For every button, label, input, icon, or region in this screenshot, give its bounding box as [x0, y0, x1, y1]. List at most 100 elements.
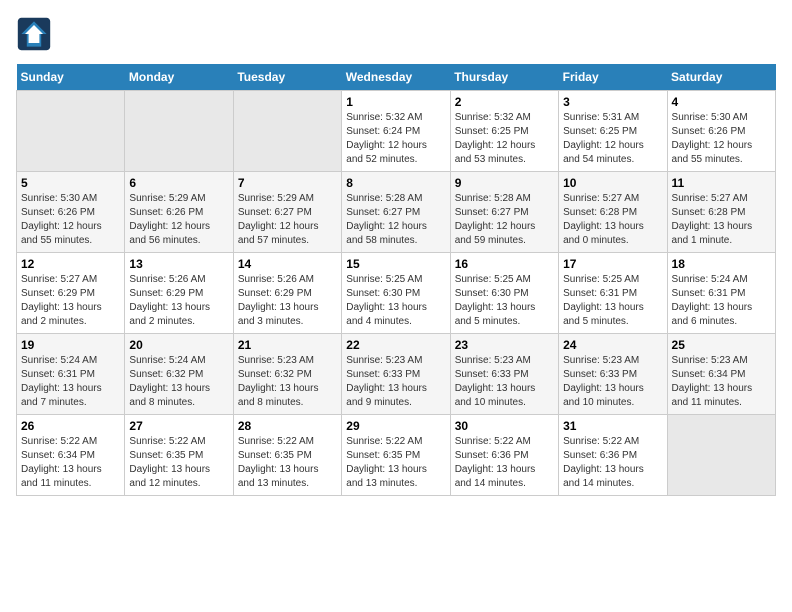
day-detail: Sunrise: 5:26 AM Sunset: 6:29 PM Dayligh…: [129, 273, 228, 329]
day-detail: Sunrise: 5:25 AM Sunset: 6:31 PM Dayligh…: [563, 273, 662, 329]
day-detail: Sunrise: 5:29 AM Sunset: 6:27 PM Dayligh…: [238, 192, 337, 248]
day-detail: Sunrise: 5:29 AM Sunset: 6:26 PM Dayligh…: [129, 192, 228, 248]
calendar-cell: 23 Sunrise: 5:23 AM Sunset: 6:33 PM Dayli…: [450, 334, 558, 415]
weekday-header-wednesday: Wednesday: [342, 64, 450, 91]
day-number: 28: [238, 419, 337, 433]
day-number: 8: [346, 176, 445, 190]
calendar-cell: 21 Sunrise: 5:23 AM Sunset: 6:32 PM Dayli…: [233, 334, 341, 415]
calendar-week-2: 5 Sunrise: 5:30 AM Sunset: 6:26 PM Daylig…: [17, 172, 776, 253]
day-detail: Sunrise: 5:22 AM Sunset: 6:34 PM Dayligh…: [21, 435, 120, 491]
calendar-cell: 4 Sunrise: 5:30 AM Sunset: 6:26 PM Daylig…: [667, 91, 775, 172]
day-number: 21: [238, 338, 337, 352]
day-number: 23: [455, 338, 554, 352]
day-detail: Sunrise: 5:23 AM Sunset: 6:33 PM Dayligh…: [563, 354, 662, 410]
day-detail: Sunrise: 5:30 AM Sunset: 6:26 PM Dayligh…: [672, 111, 771, 167]
calendar-cell: 8 Sunrise: 5:28 AM Sunset: 6:27 PM Daylig…: [342, 172, 450, 253]
calendar-week-4: 19Sunrise: 5:24 AM Sunset: 6:31 PM Dayli…: [17, 334, 776, 415]
calendar-cell: 10Sunrise: 5:27 AM Sunset: 6:28 PM Dayli…: [559, 172, 667, 253]
day-detail: Sunrise: 5:23 AM Sunset: 6:33 PM Dayligh…: [455, 354, 554, 410]
day-detail: Sunrise: 5:24 AM Sunset: 6:32 PM Dayligh…: [129, 354, 228, 410]
day-number: 25: [672, 338, 771, 352]
day-detail: Sunrise: 5:22 AM Sunset: 6:35 PM Dayligh…: [238, 435, 337, 491]
day-detail: Sunrise: 5:23 AM Sunset: 6:32 PM Dayligh…: [238, 354, 337, 410]
calendar-cell: 2 Sunrise: 5:32 AM Sunset: 6:25 PM Daylig…: [450, 91, 558, 172]
calendar-cell: 5 Sunrise: 5:30 AM Sunset: 6:26 PM Daylig…: [17, 172, 125, 253]
calendar-cell: 11Sunrise: 5:27 AM Sunset: 6:28 PM Dayli…: [667, 172, 775, 253]
day-number: 12: [21, 257, 120, 271]
calendar-cell: [125, 91, 233, 172]
calendar-cell: 31 Sunrise: 5:22 AM Sunset: 6:36 PM Dayli…: [559, 415, 667, 496]
calendar-cell: 27 Sunrise: 5:22 AM Sunset: 6:35 PM Dayli…: [125, 415, 233, 496]
weekday-header-tuesday: Tuesday: [233, 64, 341, 91]
calendar-cell: 7Sunrise: 5:29 AM Sunset: 6:27 PM Daylig…: [233, 172, 341, 253]
calendar-week-1: 1Sunrise: 5:32 AM Sunset: 6:24 PM Daylig…: [17, 91, 776, 172]
day-number: 9: [455, 176, 554, 190]
day-detail: Sunrise: 5:22 AM Sunset: 6:35 PM Dayligh…: [346, 435, 445, 491]
day-number: 18: [672, 257, 771, 271]
day-detail: Sunrise: 5:24 AM Sunset: 6:31 PM Dayligh…: [21, 354, 120, 410]
day-detail: Sunrise: 5:30 AM Sunset: 6:26 PM Dayligh…: [21, 192, 120, 248]
day-detail: Sunrise: 5:32 AM Sunset: 6:24 PM Dayligh…: [346, 111, 445, 167]
calendar-cell: 24 Sunrise: 5:23 AM Sunset: 6:33 PM Dayli…: [559, 334, 667, 415]
day-detail: Sunrise: 5:23 AM Sunset: 6:33 PM Dayligh…: [346, 354, 445, 410]
calendar-cell: 15 Sunrise: 5:25 AM Sunset: 6:30 PM Dayli…: [342, 253, 450, 334]
calendar-cell: 3 Sunrise: 5:31 AM Sunset: 6:25 PM Daylig…: [559, 91, 667, 172]
day-number: 3: [563, 95, 662, 109]
day-number: 17: [563, 257, 662, 271]
day-detail: Sunrise: 5:27 AM Sunset: 6:29 PM Dayligh…: [21, 273, 120, 329]
calendar-week-5: 26 Sunrise: 5:22 AM Sunset: 6:34 PM Dayli…: [17, 415, 776, 496]
day-number: 20: [129, 338, 228, 352]
page-header: [16, 16, 776, 52]
calendar-cell: 20 Sunrise: 5:24 AM Sunset: 6:32 PM Dayli…: [125, 334, 233, 415]
calendar-cell: 26 Sunrise: 5:22 AM Sunset: 6:34 PM Dayli…: [17, 415, 125, 496]
calendar-cell: 18 Sunrise: 5:24 AM Sunset: 6:31 PM Dayli…: [667, 253, 775, 334]
calendar-table: SundayMondayTuesdayWednesdayThursdayFrid…: [16, 64, 776, 496]
day-detail: Sunrise: 5:24 AM Sunset: 6:31 PM Dayligh…: [672, 273, 771, 329]
calendar-cell: [17, 91, 125, 172]
day-number: 6: [129, 176, 228, 190]
day-detail: Sunrise: 5:32 AM Sunset: 6:25 PM Dayligh…: [455, 111, 554, 167]
day-number: 27: [129, 419, 228, 433]
calendar-cell: 30 Sunrise: 5:22 AM Sunset: 6:36 PM Dayli…: [450, 415, 558, 496]
calendar-cell: 28 Sunrise: 5:22 AM Sunset: 6:35 PM Dayli…: [233, 415, 341, 496]
calendar-cell: 16Sunrise: 5:25 AM Sunset: 6:30 PM Dayli…: [450, 253, 558, 334]
calendar-cell: [233, 91, 341, 172]
day-number: 31: [563, 419, 662, 433]
day-number: 16: [455, 257, 554, 271]
day-detail: Sunrise: 5:22 AM Sunset: 6:36 PM Dayligh…: [455, 435, 554, 491]
day-number: 24: [563, 338, 662, 352]
day-number: 2: [455, 95, 554, 109]
day-detail: Sunrise: 5:25 AM Sunset: 6:30 PM Dayligh…: [346, 273, 445, 329]
calendar-cell: 17 Sunrise: 5:25 AM Sunset: 6:31 PM Dayli…: [559, 253, 667, 334]
day-number: 4: [672, 95, 771, 109]
calendar-cell: 19Sunrise: 5:24 AM Sunset: 6:31 PM Dayli…: [17, 334, 125, 415]
calendar-cell: 13Sunrise: 5:26 AM Sunset: 6:29 PM Dayli…: [125, 253, 233, 334]
day-detail: Sunrise: 5:31 AM Sunset: 6:25 PM Dayligh…: [563, 111, 662, 167]
weekday-header-friday: Friday: [559, 64, 667, 91]
day-detail: Sunrise: 5:22 AM Sunset: 6:36 PM Dayligh…: [563, 435, 662, 491]
day-number: 15: [346, 257, 445, 271]
weekday-header-monday: Monday: [125, 64, 233, 91]
calendar-cell: 9 Sunrise: 5:28 AM Sunset: 6:27 PM Daylig…: [450, 172, 558, 253]
calendar-week-3: 12 Sunrise: 5:27 AM Sunset: 6:29 PM Dayli…: [17, 253, 776, 334]
weekday-header-thursday: Thursday: [450, 64, 558, 91]
calendar-cell: 25 Sunrise: 5:23 AM Sunset: 6:34 PM Dayli…: [667, 334, 775, 415]
weekday-header-saturday: Saturday: [667, 64, 775, 91]
logo: [16, 16, 58, 52]
calendar-cell: 12 Sunrise: 5:27 AM Sunset: 6:29 PM Dayli…: [17, 253, 125, 334]
logo-icon: [16, 16, 52, 52]
day-detail: Sunrise: 5:28 AM Sunset: 6:27 PM Dayligh…: [455, 192, 554, 248]
day-number: 5: [21, 176, 120, 190]
day-number: 30: [455, 419, 554, 433]
calendar-cell: 14Sunrise: 5:26 AM Sunset: 6:29 PM Dayli…: [233, 253, 341, 334]
calendar-cell: 1Sunrise: 5:32 AM Sunset: 6:24 PM Daylig…: [342, 91, 450, 172]
weekday-header-sunday: Sunday: [17, 64, 125, 91]
day-detail: Sunrise: 5:28 AM Sunset: 6:27 PM Dayligh…: [346, 192, 445, 248]
day-detail: Sunrise: 5:23 AM Sunset: 6:34 PM Dayligh…: [672, 354, 771, 410]
day-number: 29: [346, 419, 445, 433]
day-detail: Sunrise: 5:27 AM Sunset: 6:28 PM Dayligh…: [672, 192, 771, 248]
day-detail: Sunrise: 5:22 AM Sunset: 6:35 PM Dayligh…: [129, 435, 228, 491]
day-number: 26: [21, 419, 120, 433]
calendar-cell: 6 Sunrise: 5:29 AM Sunset: 6:26 PM Daylig…: [125, 172, 233, 253]
day-detail: Sunrise: 5:26 AM Sunset: 6:29 PM Dayligh…: [238, 273, 337, 329]
